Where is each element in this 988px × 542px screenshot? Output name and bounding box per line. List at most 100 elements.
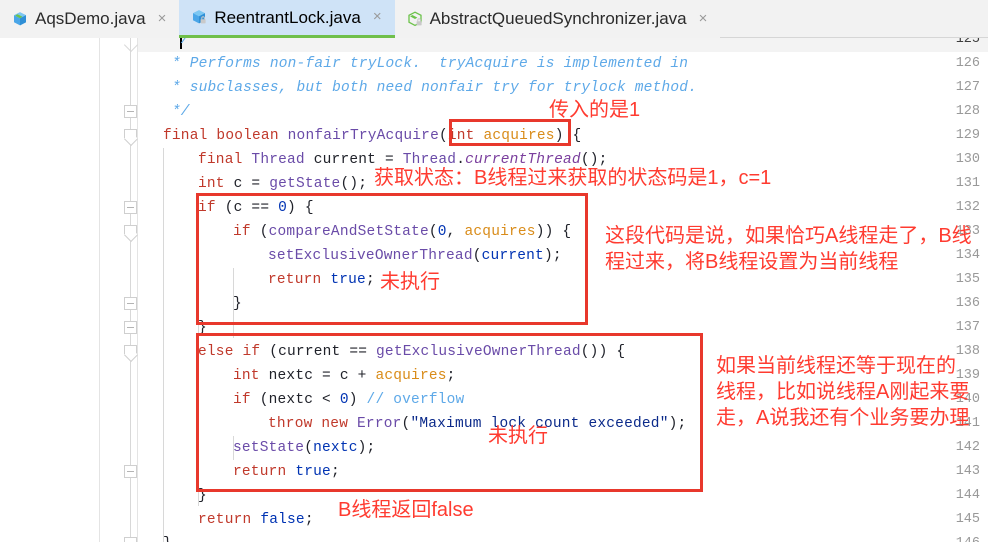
annotation-not-executed-1: 未执行 <box>380 271 440 293</box>
code-line-132: if (c == 0) { <box>198 196 314 220</box>
fold-toggle-146[interactable] <box>124 537 137 542</box>
annotation-not-executed-2: 未执行 <box>488 425 548 447</box>
code-token-number: 0 <box>339 392 349 408</box>
tab-reentrantlock-java[interactable]: ReentrantLock.java × <box>179 0 395 38</box>
code-token-method-call: getExclusiveOwnerThread <box>376 344 581 360</box>
tab-label: AqsDemo.java <box>35 9 146 28</box>
code-token-keyword: return <box>233 464 287 480</box>
code-token-punct: ( <box>250 224 269 240</box>
code-token-method-call: setState <box>233 440 305 456</box>
close-icon[interactable]: × <box>370 8 385 27</box>
code-token-keyword: int <box>447 128 475 144</box>
fold-toggle-138[interactable] <box>124 345 137 358</box>
code-token-punct: ( <box>472 248 482 264</box>
editor-tab-bar: AqsDemo.java × ReentrantLock.java × Abst… <box>0 0 988 38</box>
code-line-146: } <box>163 532 172 542</box>
code-token-punct: ( <box>304 440 314 456</box>
code-token-brace: { <box>563 128 582 144</box>
code-line-126: * Performs non-fair tryLock. tryAcquire … <box>163 52 688 76</box>
annotation-block-note-line1: 这段代码是说，如果恰巧A线程走了，B线 <box>605 225 972 247</box>
fold-toggle-133[interactable] <box>124 225 137 238</box>
annotation-return-false-note: B线程返回false <box>338 499 474 521</box>
code-token-number: 0 <box>437 224 447 240</box>
code-line-128: */ <box>163 100 190 124</box>
line-number-gutter <box>0 38 76 542</box>
code-line-140: if (nextc < 0) // overflow <box>233 388 464 412</box>
tab-abstractqueuedsynchronizer-java[interactable]: AbstractQueuedSynchronizer.java × <box>394 0 721 38</box>
code-token-method-call: compareAndSetState <box>268 224 429 240</box>
code-token-keyword: if <box>233 392 251 408</box>
code-token-identifier: nextc = c + <box>259 368 376 384</box>
fold-toggle-136[interactable] <box>124 297 137 310</box>
code-token-line-comment: // overflow <box>366 392 465 408</box>
code-token-brace: } <box>198 320 207 336</box>
code-token-number: 0 <box>278 200 288 216</box>
code-line-134: setExclusiveOwnerThread(current); <box>268 244 562 268</box>
code-token-punct: (nextc < <box>250 392 340 408</box>
code-line-127: * subclasses, but both need nonfair try … <box>163 76 697 100</box>
java-class-locked-icon <box>191 9 207 26</box>
fold-toggle-132[interactable] <box>124 201 137 214</box>
code-token-paren: ( <box>438 128 448 144</box>
code-token-punct: ; <box>365 272 375 288</box>
code-line-145: return false; <box>198 508 314 532</box>
annotation-block-note-line2: 程过来，将B线程设置为当前线程 <box>605 251 899 273</box>
code-line-144: } <box>198 484 207 508</box>
code-token-keyword: else if <box>198 344 261 360</box>
code-token-punct: ; <box>446 368 456 384</box>
tab-label: ReentrantLock.java <box>214 7 361 27</box>
code-token-method-call: getState <box>269 176 341 192</box>
code-token-method-call: setExclusiveOwnerThread <box>268 248 473 264</box>
fold-toggle-128[interactable] <box>124 105 137 118</box>
code-token-literal: true <box>295 464 331 480</box>
code-token-identifier: current <box>481 248 544 264</box>
fold-toggle-129[interactable] <box>124 129 137 142</box>
code-token-literal: false <box>260 512 305 528</box>
code-token-parameter: acquires <box>483 128 555 144</box>
annotation-else-note-line2: 线程，比如说线程A刚起来要 <box>716 381 970 403</box>
code-token-punct: ; <box>330 464 340 480</box>
code-line-137: } <box>198 316 207 340</box>
code-line-125: */ <box>163 38 190 52</box>
code-line-139: int nextc = c + acquires; <box>233 364 456 388</box>
code-token-comment: * Performs non-fair tryLock. tryAcquire … <box>163 56 689 72</box>
code-token-type: Thread <box>251 152 305 168</box>
annotation-parameter-note: 传入的是1 <box>549 99 641 121</box>
code-token-punct: ); <box>543 248 562 264</box>
code-token-comment: */ <box>163 104 190 120</box>
code-line-129: final boolean nonfairTryAcquire(int acqu… <box>163 124 581 148</box>
code-token-comment: */ <box>163 38 190 48</box>
code-token-literal: true <box>330 272 366 288</box>
code-token-punct: (c == <box>215 200 279 216</box>
tab-aqsdemo-java[interactable]: AqsDemo.java × <box>0 0 180 38</box>
code-token-punct: , <box>446 224 465 240</box>
code-token-parameter: acquires <box>464 224 536 240</box>
java-class-icon <box>12 11 28 28</box>
code-token-keyword: if <box>198 200 216 216</box>
code-line-135: return true; <box>268 268 375 292</box>
code-token-brace: } <box>163 536 172 542</box>
code-token-punct: (); <box>340 176 368 192</box>
java-abstract-class-locked-icon <box>407 10 423 28</box>
code-token-keyword: int <box>198 176 225 192</box>
code-token-punct: ); <box>357 440 376 456</box>
fold-toggle-144[interactable] <box>124 465 137 478</box>
annotation-else-note-line1: 如果当前线程还等于现在的 <box>716 355 956 377</box>
code-token-punct: ) { <box>287 200 314 216</box>
code-token-punct: ; <box>304 512 314 528</box>
code-token-paren: ) <box>554 128 564 144</box>
code-token-punct: ); <box>668 416 687 432</box>
code-line-133: if (compareAndSetState(0, acquires)) { <box>233 220 571 244</box>
fold-toggle-137[interactable] <box>124 321 137 334</box>
code-editor[interactable]: 125 126 127 128 129 130 131 132 133 134 … <box>0 38 988 542</box>
tab-label: AbstractQueuedSynchronizer.java <box>429 9 687 28</box>
code-token-punct: ()) { <box>580 344 626 360</box>
close-icon[interactable]: × <box>696 10 711 29</box>
close-icon[interactable]: × <box>155 10 170 29</box>
code-token-brace: } <box>198 488 207 504</box>
code-token-punct: ( <box>428 224 438 240</box>
